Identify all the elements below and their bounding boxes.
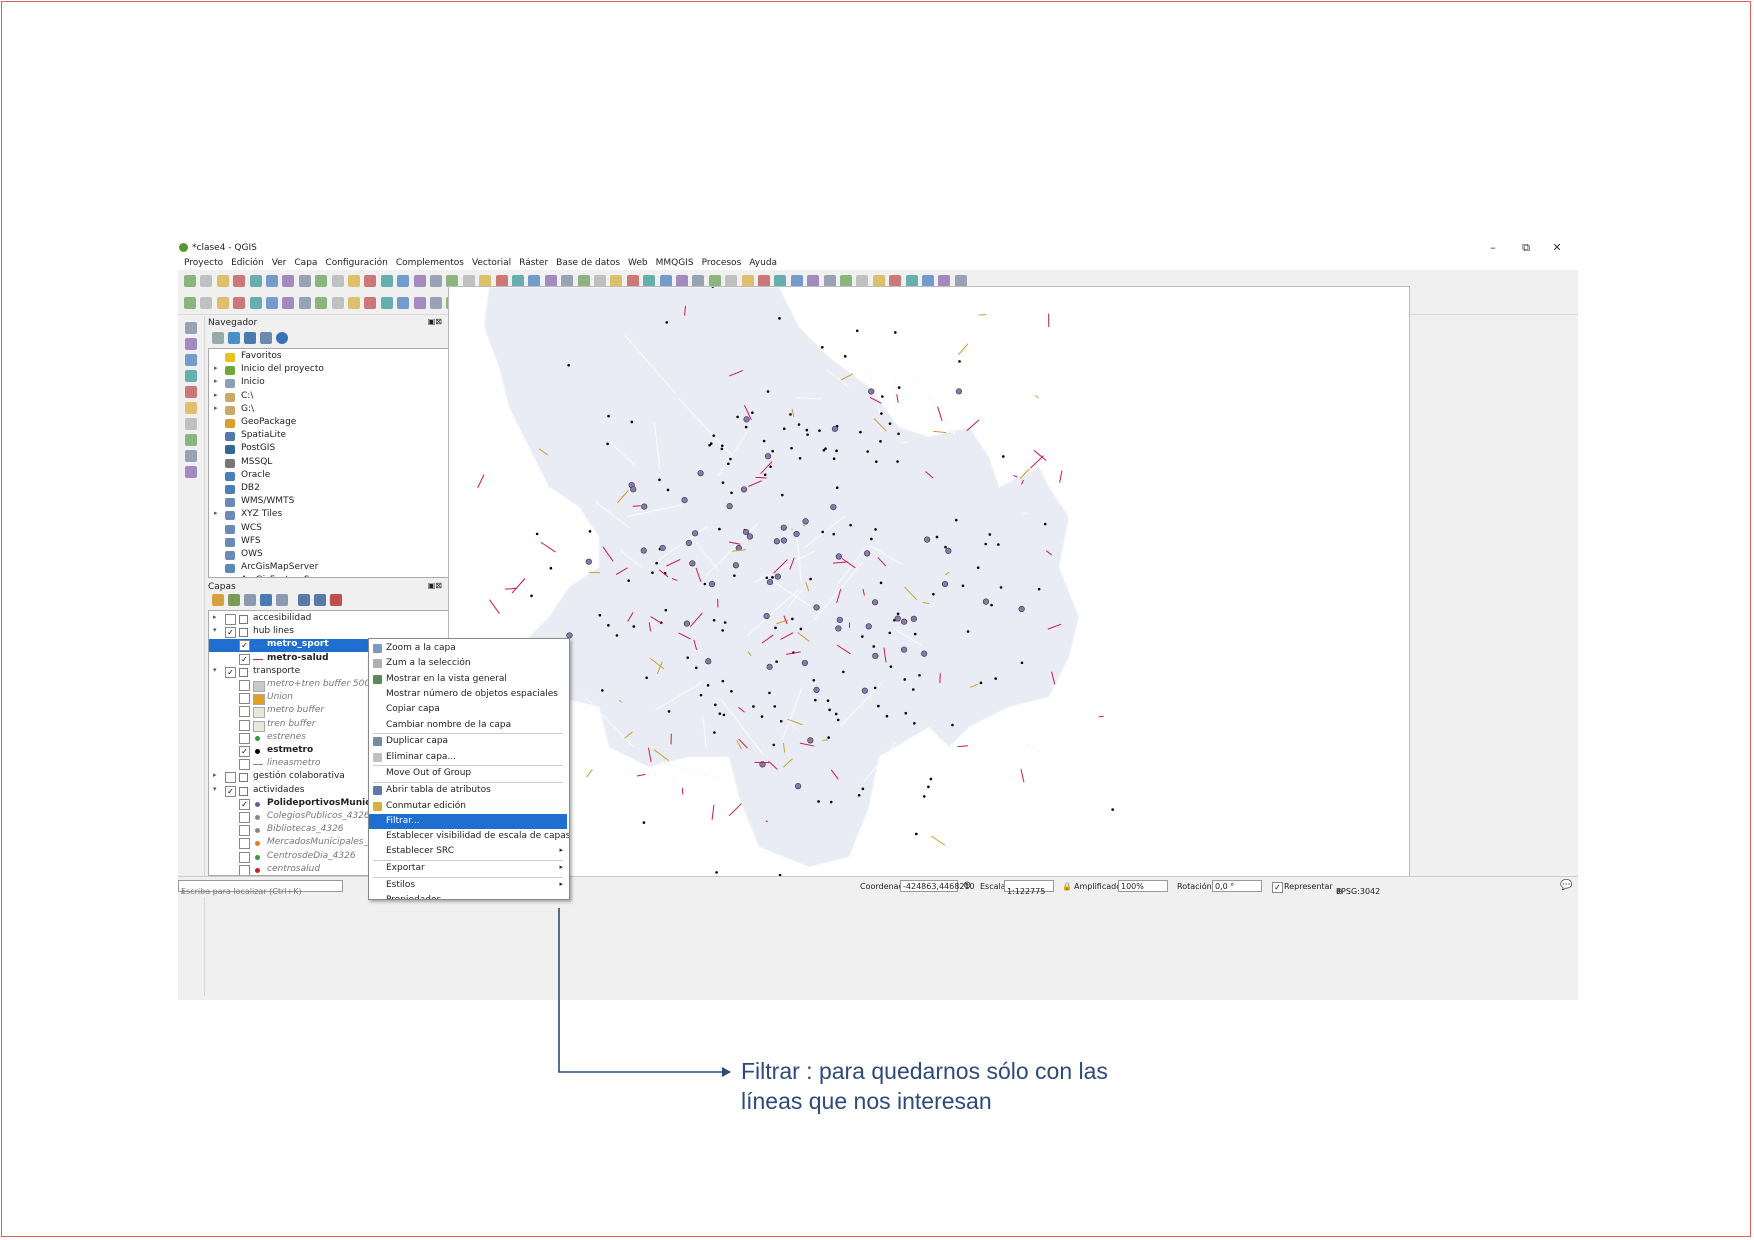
annotation-arrow-svg [558,908,731,1077]
annotation-text: Filtrar : para quedarnos sólo con las lí… [741,1056,1161,1116]
annotation-line-1: Filtrar : para quedarnos sólo con las [741,1058,1108,1084]
annotation-arrowhead [722,1067,731,1077]
annotation-arrow [558,908,730,1073]
annotation-line-2: líneas que nos interesan [741,1088,992,1114]
